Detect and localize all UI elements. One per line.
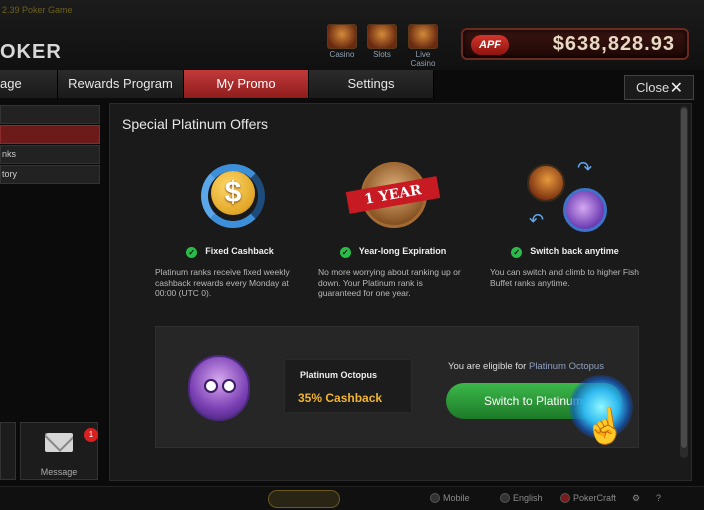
- live-casino-icon: [408, 24, 438, 49]
- feature-fixed-cashback: $ ✓ Fixed Cashback Platinum ranks receive…: [155, 158, 305, 299]
- arrow-right-icon: ↷: [577, 158, 593, 178]
- eligible-prefix: You are eligible for: [448, 361, 527, 372]
- mobile-button[interactable]: Mobile: [430, 493, 470, 503]
- feature-switch-back: ↷ ↶ ✓ Switch back anytime You can switch …: [490, 158, 640, 288]
- feature-title: Fixed Cashback: [205, 246, 274, 256]
- check-icon: ✓: [511, 247, 523, 258]
- rank-offer-box: Platinum Octopus 35% Cashback You are el…: [155, 326, 639, 449]
- pokercraft-label: PokerCraft: [573, 493, 617, 503]
- rank-card: Platinum Octopus 35% Cashback: [284, 359, 412, 413]
- slots-icon: [367, 24, 397, 49]
- live-casino-game-button[interactable]: Live Casino: [406, 24, 440, 68]
- octopus-icon: [188, 355, 250, 421]
- eligible-rank: Platinum Octopus: [528, 361, 604, 372]
- balance-display[interactable]: APF $638,828.93: [461, 28, 689, 60]
- promo-panel: Special Platinum Offers $ ✓ Fixed Cashbac…: [109, 103, 692, 481]
- close-button[interactable]: Close ✕: [624, 75, 694, 100]
- close-label: Close: [636, 80, 670, 95]
- panel-title: Special Platinum Offers: [122, 116, 269, 132]
- window-caption: 2.39 Poker Game: [2, 5, 73, 15]
- apf-logo-icon: APF: [471, 35, 509, 55]
- check-icon: ✓: [339, 247, 351, 258]
- one-year-medal-icon: 1 YEAR: [345, 158, 441, 238]
- casino-label: Casino: [329, 50, 355, 59]
- tab-rewards-program[interactable]: Rewards Program: [58, 70, 184, 98]
- message-button[interactable]: 1 Message: [20, 422, 98, 480]
- status-bar: Mobile English PokerCraft ⚙ ?: [0, 486, 704, 510]
- sidebar-item-1[interactable]: [0, 105, 100, 124]
- sidebar-item-history[interactable]: tory: [0, 165, 100, 184]
- feature-description: Platinum ranks receive fixed weekly cash…: [155, 267, 290, 298]
- feature-title: Switch back anytime: [530, 246, 619, 256]
- language-button[interactable]: English: [500, 493, 543, 503]
- check-icon: ✓: [186, 247, 198, 258]
- slots-label: Slots: [373, 50, 391, 59]
- tab-my-promo[interactable]: My Promo: [184, 70, 309, 98]
- language-label: English: [513, 493, 543, 503]
- scroll-thumb[interactable]: [681, 108, 687, 448]
- tab-homepage[interactable]: age: [0, 70, 58, 98]
- feature-description: You can switch and climb to higher Fish …: [490, 267, 639, 288]
- message-label: Message: [40, 467, 78, 477]
- main-tabs: age Rewards Program My Promo Settings: [0, 70, 434, 98]
- feature-description: No more worrying about ranking up or dow…: [318, 267, 461, 298]
- pokercraft-icon: [560, 493, 570, 503]
- tab-settings[interactable]: Settings: [309, 70, 434, 98]
- pointer-hand-icon: ☝: [581, 405, 629, 449]
- feature-title: Year-long Expiration: [358, 246, 447, 256]
- live-casino-label: Live Casino: [410, 50, 436, 68]
- slots-game-button[interactable]: Slots: [365, 24, 399, 59]
- dollar-coin-icon: $: [190, 158, 270, 238]
- rank-cashback: 35% Cashback: [298, 391, 383, 405]
- panel-scrollbar[interactable]: [680, 106, 688, 458]
- sidebar: nks tory: [0, 105, 100, 185]
- sidebar-bottom-stub[interactable]: [0, 422, 16, 480]
- mobile-label: Mobile: [443, 493, 470, 503]
- sidebar-item-2[interactable]: [0, 125, 100, 144]
- poker-logo: OKER: [0, 41, 62, 63]
- envelope-icon: [45, 433, 73, 452]
- switch-fish-icon: ↷ ↶: [525, 158, 607, 238]
- top-bar: 2.39 Poker Game OKER Casino Slots Live C…: [0, 0, 704, 70]
- settings-gear-icon[interactable]: ⚙: [632, 493, 640, 504]
- promo-pill[interactable]: [268, 490, 340, 508]
- eligibility-text: You are eligible for Platinum Octopus: [448, 361, 604, 372]
- casino-icon: [327, 24, 357, 49]
- pokercraft-button[interactable]: PokerCraft: [560, 493, 616, 503]
- arrow-left-icon: ↶: [529, 210, 545, 230]
- close-icon: ✕: [669, 80, 683, 97]
- help-icon[interactable]: ?: [656, 493, 661, 503]
- message-badge: 1: [84, 428, 98, 442]
- sidebar-item-ranks[interactable]: nks: [0, 145, 100, 164]
- casino-game-button[interactable]: Casino: [325, 24, 359, 59]
- mobile-icon: [430, 493, 440, 503]
- balance-amount: $638,828.93: [552, 33, 675, 55]
- feature-year-long: 1 YEAR ✓ Year-long Expiration No more wor…: [318, 158, 468, 299]
- globe-icon: [500, 493, 510, 503]
- rank-name: Platinum Octopus: [300, 370, 378, 380]
